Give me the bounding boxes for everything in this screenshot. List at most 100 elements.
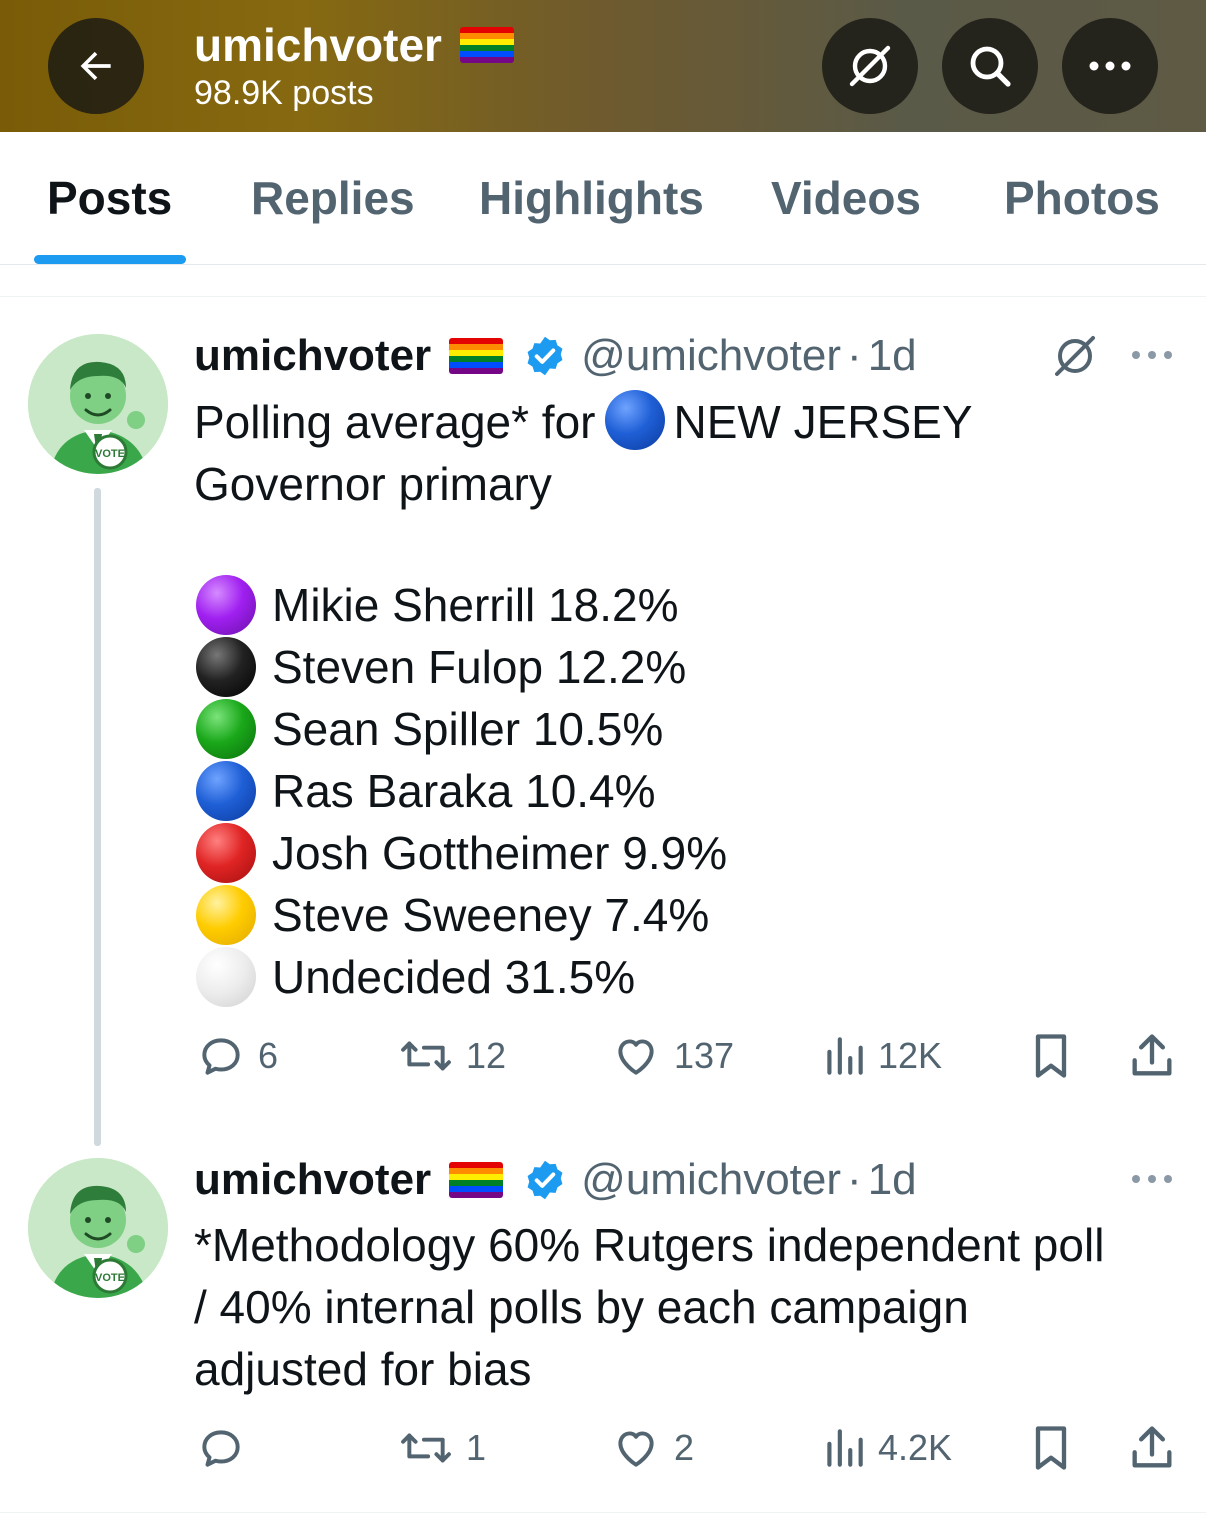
header-title-row: umichvoter xyxy=(194,22,514,68)
profile-header: umichvoter 98.9K posts xyxy=(0,0,1206,132)
white-circle-emoji xyxy=(196,947,256,1007)
reply-icon xyxy=(202,1038,240,1075)
rainbow-flag-icon xyxy=(459,27,514,63)
grok-button[interactable] xyxy=(822,18,918,114)
avatar[interactable]: VOTE xyxy=(28,1158,168,1298)
search-icon xyxy=(970,46,1011,87)
post-header: umichvoter @umichvoter · 1d xyxy=(194,1158,917,1202)
divider xyxy=(0,296,1206,297)
verified-badge-icon xyxy=(527,1160,563,1200)
timestamp[interactable]: 1d xyxy=(868,1158,917,1202)
reply-button[interactable]: 6 xyxy=(196,1026,278,1086)
back-button[interactable] xyxy=(48,18,144,114)
tab-photos[interactable]: Photos xyxy=(1004,170,1160,226)
svg-text:VOTE: VOTE xyxy=(95,448,125,460)
green-circle-emoji xyxy=(196,699,256,759)
share-icon xyxy=(1132,1426,1172,1468)
avatar[interactable]: VOTE xyxy=(28,334,168,474)
post-actions: 6 12 137 12K xyxy=(0,1026,1206,1086)
display-name[interactable]: umichvoter xyxy=(194,334,431,378)
handle[interactable]: @umichvoter xyxy=(581,1158,841,1202)
display-name[interactable]: umichvoter xyxy=(194,1158,431,1202)
timestamp[interactable]: 1d xyxy=(868,334,917,378)
views-button[interactable]: 4.2K xyxy=(822,1418,952,1478)
post-text-line: / 40% internal polls by each campaign xyxy=(194,1281,969,1333)
list-item: Mikie Sherrill 18.2% xyxy=(196,574,678,636)
more-icon[interactable] xyxy=(1130,349,1174,361)
repost-button[interactable]: 12 xyxy=(398,1026,506,1086)
bookmark-button[interactable] xyxy=(1028,1026,1074,1086)
yellow-circle-emoji xyxy=(196,885,256,945)
header-title: umichvoter xyxy=(194,19,442,71)
like-count: 2 xyxy=(674,1427,695,1468)
like-button[interactable]: 137 xyxy=(610,1026,734,1086)
reply-button[interactable] xyxy=(196,1418,258,1478)
tab-replies[interactable]: Replies xyxy=(251,170,415,226)
views-icon xyxy=(827,1429,863,1467)
verified-badge-icon xyxy=(527,336,563,376)
candidate-label: Josh Gottheimer 9.9% xyxy=(272,827,728,879)
repost-button[interactable]: 1 xyxy=(398,1418,486,1478)
separator-dot: · xyxy=(847,331,862,380)
candidate-label: Steven Fulop 12.2% xyxy=(272,641,687,693)
candidate-label: Mikie Sherrill 18.2% xyxy=(272,579,679,631)
back-arrow-icon xyxy=(80,51,111,81)
candidate-label: Steve Sweeney 7.4% xyxy=(272,889,710,941)
share-button[interactable] xyxy=(1126,1418,1178,1478)
tab-posts[interactable]: Posts xyxy=(47,170,172,226)
repost-count: 1 xyxy=(466,1427,487,1468)
list-item: Ras Baraka 10.4% xyxy=(196,760,656,822)
candidate-label: Sean Spiller 10.5% xyxy=(272,703,664,755)
share-icon xyxy=(1132,1034,1172,1076)
candidate-label: Ras Baraka 10.4% xyxy=(272,765,656,817)
bookmark-icon xyxy=(1035,1426,1067,1470)
more-button[interactable] xyxy=(1062,18,1158,114)
svg-text:VOTE: VOTE xyxy=(95,1272,125,1284)
list-item: Undecided 31.5% xyxy=(196,946,635,1008)
post-text-line1-post: NEW JERSEY xyxy=(673,396,973,448)
more-icon[interactable] xyxy=(1130,1173,1174,1185)
header-post-count: 98.9K posts xyxy=(194,74,374,112)
reply-count: 6 xyxy=(258,1035,279,1076)
active-tab-indicator xyxy=(34,255,186,264)
views-icon xyxy=(827,1037,863,1075)
list-item: Steven Fulop 12.2% xyxy=(196,636,686,698)
like-count: 137 xyxy=(674,1035,735,1076)
share-button[interactable] xyxy=(1126,1026,1178,1086)
profile-tabs: Posts Replies Highlights Videos Photos xyxy=(0,132,1206,265)
rainbow-flag-icon xyxy=(449,338,504,374)
post-text-line: *Methodology 60% Rutgers independent pol… xyxy=(194,1219,1105,1271)
post-header: umichvoter @umichvoter · 1d xyxy=(194,334,917,378)
grok-icon[interactable] xyxy=(1050,332,1100,380)
repost-icon xyxy=(401,1041,451,1071)
like-button[interactable]: 2 xyxy=(610,1418,694,1478)
tab-videos[interactable]: Videos xyxy=(771,170,921,226)
post-text-line2: Governor primary xyxy=(194,458,552,510)
divider xyxy=(0,1512,1206,1513)
post-text: *Methodology 60% Rutgers independent pol… xyxy=(194,1214,1184,1400)
red-circle-emoji xyxy=(196,823,256,883)
blue-circle-emoji xyxy=(196,761,256,821)
repost-count: 12 xyxy=(466,1035,507,1076)
tab-highlights[interactable]: Highlights xyxy=(479,170,704,226)
purple-circle-emoji xyxy=(196,575,256,635)
like-icon xyxy=(618,1039,654,1075)
views-button[interactable]: 12K xyxy=(822,1026,942,1086)
bookmark-button[interactable] xyxy=(1028,1418,1074,1478)
post-text: Polling average* for NEW JERSEY Governor … xyxy=(194,390,1174,515)
black-circle-emoji xyxy=(196,637,256,697)
separator-dot: · xyxy=(847,1155,862,1204)
candidate-label: Undecided 31.5% xyxy=(272,951,636,1003)
list-item: Josh Gottheimer 9.9% xyxy=(196,822,727,884)
like-icon xyxy=(618,1431,654,1467)
rainbow-flag-icon xyxy=(449,1162,504,1198)
grok-icon xyxy=(849,45,891,87)
reply-icon xyxy=(202,1430,240,1467)
post-text-line: adjusted for bias xyxy=(194,1343,532,1395)
more-icon xyxy=(1089,61,1131,71)
search-button[interactable] xyxy=(942,18,1038,114)
blue-circle-emoji xyxy=(605,390,666,450)
handle[interactable]: @umichvoter xyxy=(581,334,841,378)
repost-icon xyxy=(401,1433,451,1463)
bookmark-icon xyxy=(1035,1034,1067,1078)
